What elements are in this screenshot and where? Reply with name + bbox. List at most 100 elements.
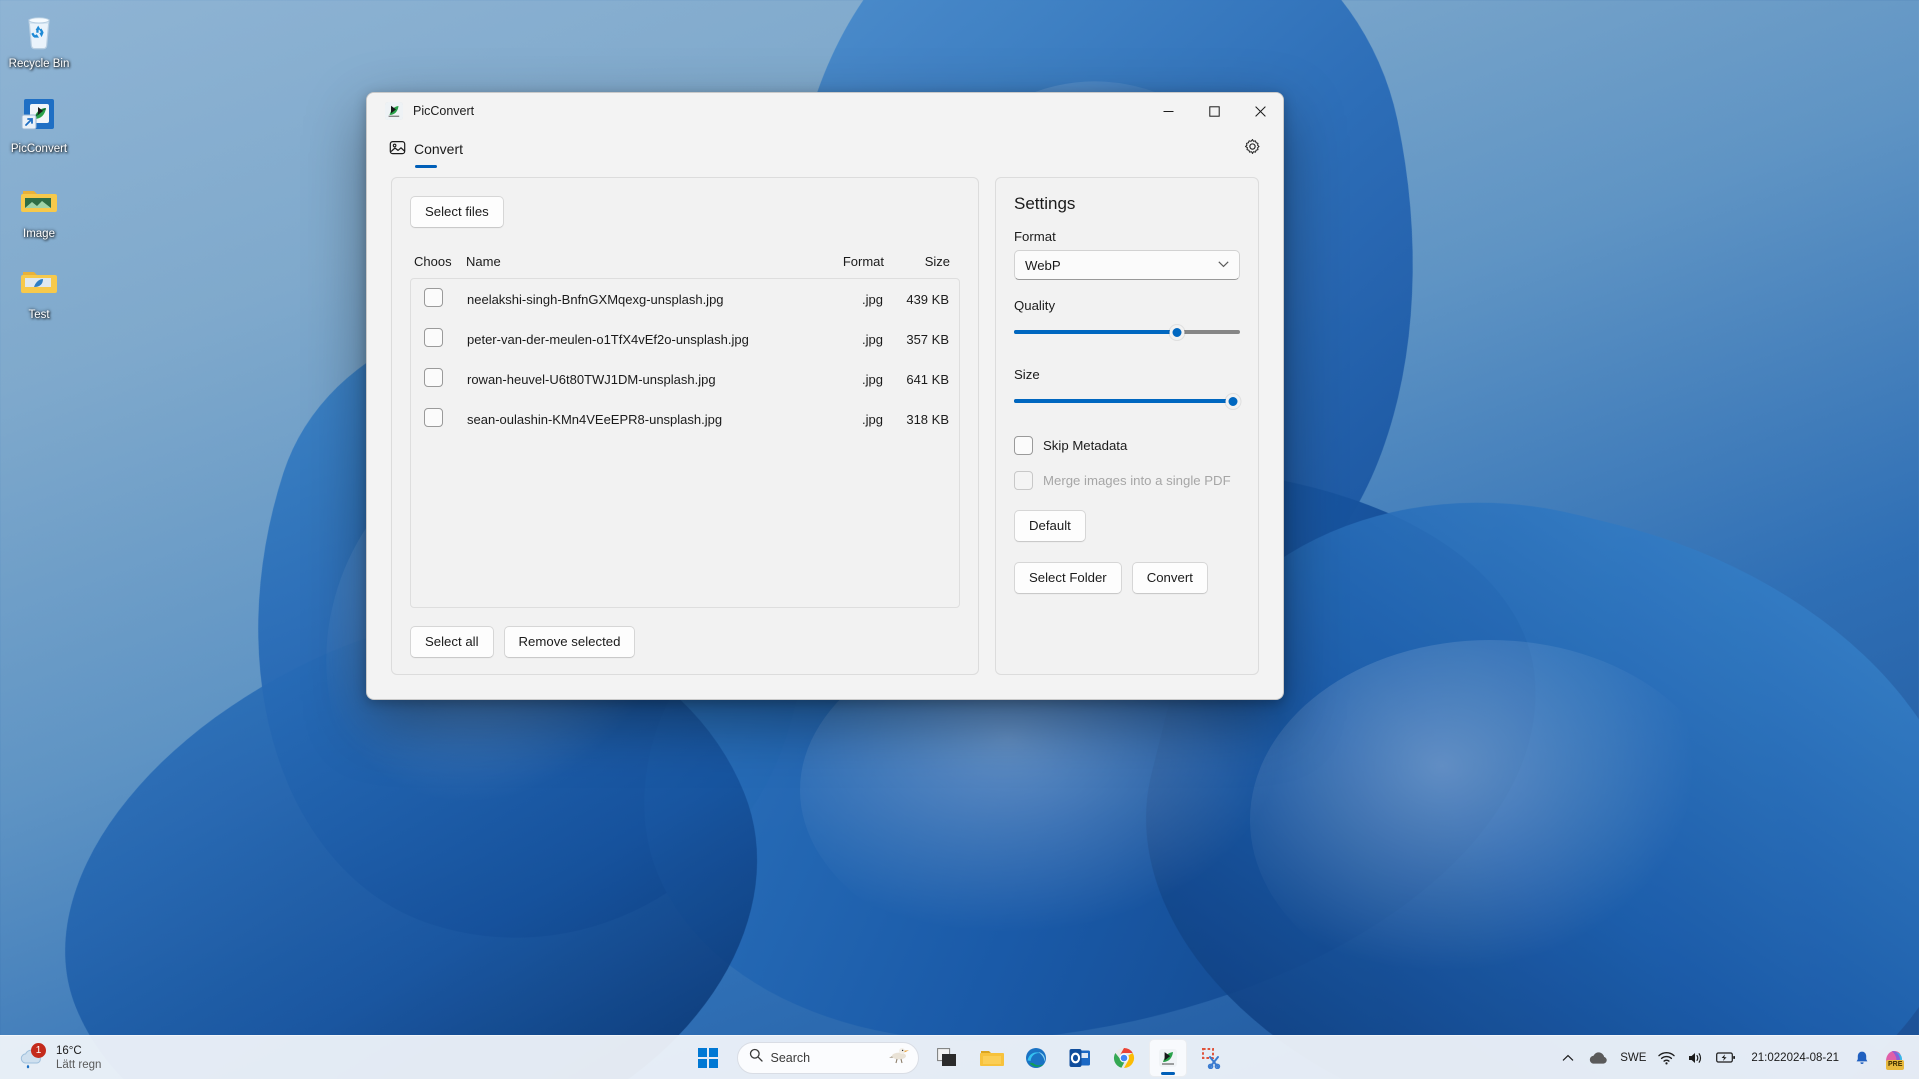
weather-badge: 1	[31, 1042, 46, 1058]
remove-selected-button[interactable]: Remove selected	[503, 626, 636, 658]
row-size: 641 KB	[906, 371, 949, 387]
weather-widget[interactable]: 1 16°C Lätt regn	[10, 1041, 109, 1075]
taskbar-center: Search	[689, 1038, 1231, 1077]
copilot-icon[interactable]: PRE	[1877, 1041, 1911, 1075]
table-row[interactable]: neelakshi-singh-BnfnGXMqexg-unsplash.jpg…	[411, 279, 959, 319]
chevron-up-icon[interactable]	[1555, 1041, 1581, 1075]
tab-convert[interactable]: Convert	[383, 132, 469, 168]
row-size: 439 KB	[906, 291, 949, 307]
weather-temperature: 16°C	[56, 1044, 82, 1057]
format-select[interactable]: WebP	[1014, 250, 1240, 280]
files-panel: Select files Choos Name Format Size neel…	[391, 177, 979, 675]
file-explorer-icon[interactable]	[973, 1039, 1011, 1077]
start-button[interactable]	[689, 1039, 727, 1077]
bell-icon[interactable]	[1849, 1041, 1875, 1075]
desktop-icon-grid: Recycle Bin PicConvert Image Test	[0, 0, 90, 336]
row-format: .jpg	[862, 291, 883, 307]
row-checkbox[interactable]	[424, 288, 443, 307]
format-label: Format	[1014, 229, 1056, 244]
weather-text: 16°C Lätt regn	[56, 1044, 101, 1072]
quality-slider-thumb[interactable]	[1169, 324, 1185, 340]
row-checkbox-cell	[415, 328, 453, 350]
select-all-button[interactable]: Select all	[410, 626, 494, 658]
clock-date: 2024-08-21	[1780, 1051, 1839, 1064]
quality-slider-fill	[1014, 330, 1177, 334]
select-folder-button[interactable]: Select Folder	[1014, 562, 1122, 594]
chrome-icon[interactable]	[1105, 1039, 1143, 1077]
cloud-icon[interactable]	[1583, 1041, 1613, 1075]
clock-time: 21:02	[1751, 1051, 1781, 1064]
settings-gear-button[interactable]	[1237, 134, 1267, 164]
language-indicator[interactable]: SWE	[1615, 1041, 1651, 1075]
row-checkbox[interactable]	[424, 328, 443, 347]
copilot-badge: PRE	[1886, 1059, 1905, 1070]
default-button-row: Default	[1014, 510, 1240, 542]
wifi-icon[interactable]	[1653, 1041, 1680, 1075]
outlook-icon[interactable]	[1061, 1039, 1099, 1077]
size-slider-thumb[interactable]	[1225, 393, 1241, 409]
picconvert-app-icon	[385, 102, 403, 120]
minimize-button[interactable]	[1145, 93, 1191, 129]
table-row[interactable]: sean-oulashin-KMn4VEeEPR8-unsplash.jpg .…	[411, 399, 959, 439]
column-header-name: Name	[466, 254, 501, 269]
merge-pdf-row: Merge images into a single PDF	[1014, 471, 1240, 490]
row-format: .jpg	[862, 331, 883, 347]
skip-metadata-label: Skip Metadata	[1043, 438, 1128, 453]
desktop-icon-picconvert[interactable]: PicConvert	[0, 93, 78, 156]
picconvert-icon[interactable]	[1148, 1038, 1187, 1077]
convert-button[interactable]: Convert	[1131, 562, 1208, 594]
select-files-button[interactable]: Select files	[410, 196, 504, 228]
size-slider-fill	[1014, 399, 1234, 403]
window-content: Select files Choos Name Format Size neel…	[367, 169, 1283, 699]
column-header-choose: Choos	[414, 254, 452, 269]
snipping-tool-icon[interactable]	[1193, 1039, 1231, 1077]
recycle-bin-icon	[16, 8, 62, 54]
search-placeholder: Search	[770, 1050, 811, 1065]
folder-icon	[16, 259, 62, 305]
files-panel-actions: Select all Remove selected	[410, 626, 960, 658]
close-button[interactable]	[1237, 93, 1283, 129]
edge-icon[interactable]	[1017, 1039, 1055, 1077]
window-navbar: Convert	[367, 129, 1283, 169]
merge-pdf-label: Merge images into a single PDF	[1043, 473, 1231, 488]
picconvert-shortcut-icon	[16, 93, 62, 139]
desktop-icon-image-folder[interactable]: Image	[0, 178, 78, 241]
gear-icon	[1244, 138, 1261, 160]
chevron-down-icon	[1218, 260, 1229, 270]
row-checkbox[interactable]	[424, 408, 443, 427]
convert-actions: Select Folder Convert	[1014, 562, 1240, 594]
row-checkbox-cell	[415, 408, 453, 430]
file-table-body: neelakshi-singh-BnfnGXMqexg-unsplash.jpg…	[410, 278, 960, 608]
table-row[interactable]: peter-van-der-meulen-o1TfX4vEf2o-unsplas…	[411, 319, 959, 359]
maximize-button[interactable]	[1191, 93, 1237, 129]
search-input[interactable]: Search	[736, 1041, 919, 1074]
row-checkbox[interactable]	[424, 368, 443, 387]
row-format: .jpg	[862, 371, 883, 387]
desktop-icon-test-folder[interactable]: Test	[0, 259, 78, 322]
quality-slider[interactable]	[1014, 319, 1240, 345]
settings-title: Settings	[1014, 194, 1076, 213]
size-slider[interactable]	[1014, 388, 1241, 414]
weather-condition: Lätt regn	[56, 1058, 102, 1071]
skip-metadata-row[interactable]: Skip Metadata	[1014, 436, 1240, 455]
clock[interactable]: 21:02 2024-08-21	[1743, 1041, 1847, 1075]
column-header-size: Size	[924, 254, 950, 269]
task-view-icon[interactable]	[929, 1039, 967, 1077]
table-row[interactable]: rowan-heuvel-U6t80TWJ1DM-unsplash.jpg .j…	[411, 359, 959, 399]
window-titlebar: PicConvert	[367, 93, 1283, 129]
row-filename: neelakshi-singh-BnfnGXMqexg-unsplash.jpg	[467, 291, 724, 307]
desktop-icon-recycle-bin[interactable]: Recycle Bin	[0, 8, 78, 71]
desktop-icon-label: Image	[23, 228, 55, 240]
default-button[interactable]: Default	[1014, 510, 1086, 542]
format-select-value: WebP	[1025, 257, 1061, 273]
battery-charging-icon[interactable]	[1711, 1041, 1741, 1075]
row-filename: rowan-heuvel-U6t80TWJ1DM-unsplash.jpg	[467, 371, 716, 387]
column-header-format: Format	[842, 254, 884, 269]
row-size: 357 KB	[906, 331, 949, 347]
window-controls	[1145, 93, 1283, 129]
desktop-icon-label: Recycle Bin	[8, 58, 70, 70]
speaker-icon[interactable]	[1682, 1041, 1709, 1075]
row-format: .jpg	[862, 411, 883, 427]
size-label: Size	[1014, 367, 1040, 382]
skip-metadata-checkbox[interactable]	[1014, 436, 1033, 455]
